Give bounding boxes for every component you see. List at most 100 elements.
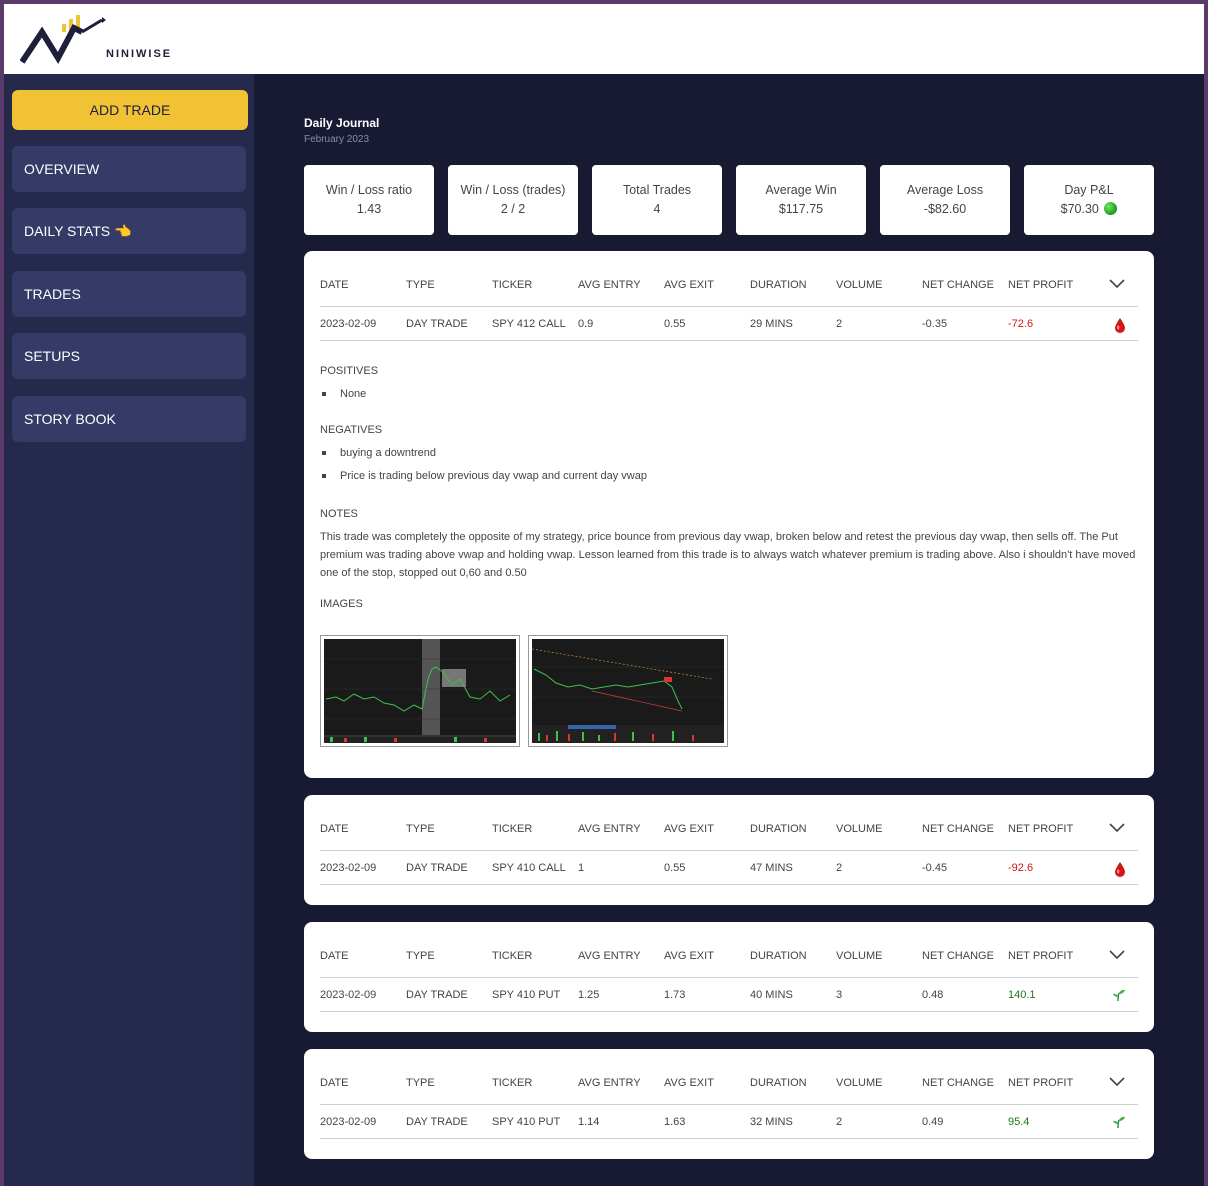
seedling-icon bbox=[1112, 988, 1126, 1005]
cell-net-change: 0.48 bbox=[922, 988, 944, 1001]
negative-item: buying a downtrend bbox=[320, 447, 1138, 459]
header-avg-entry: AVG ENTRY bbox=[578, 1076, 641, 1089]
cell-duration: 32 MINS bbox=[750, 1115, 793, 1128]
table-row[interactable]: 2023-02-09 DAY TRADE SPY 410 PUT 1.25 1.73 40… bbox=[320, 978, 1138, 1012]
positives-title: POSITIVES bbox=[320, 365, 379, 377]
header-date: DATE bbox=[320, 278, 349, 291]
header-ticker: TICKER bbox=[492, 278, 533, 291]
cell-avg-entry: 1 bbox=[578, 861, 585, 874]
negative-item: Price is trading below previous day vwap… bbox=[320, 470, 1138, 482]
chevron-down-icon[interactable] bbox=[1108, 948, 1126, 963]
brand-name: NINIWISE bbox=[106, 48, 173, 60]
chevron-down-icon[interactable] bbox=[1108, 821, 1126, 836]
cell-net-change: -0.45 bbox=[922, 861, 948, 874]
cell-duration: 47 MINS bbox=[750, 861, 793, 874]
cell-date: 2023-02-09 bbox=[320, 861, 377, 874]
header-ticker: TICKER bbox=[492, 822, 533, 835]
cell-net-profit: -72.6 bbox=[1008, 317, 1034, 330]
cell-date: 2023-02-09 bbox=[320, 317, 377, 330]
cell-net-change: 0.49 bbox=[922, 1115, 944, 1128]
cell-volume: 2 bbox=[836, 861, 843, 874]
trade-table: DATE TYPE TICKER AVG ENTRY AVG EXIT DURATION V… bbox=[320, 934, 1138, 1012]
table-row[interactable]: 2023-02-09 DAY TRADE SPY 412 CALL 0.9 0.55 29… bbox=[320, 307, 1138, 341]
chevron-down-icon[interactable] bbox=[1108, 1075, 1126, 1090]
stat-label: Average Win bbox=[765, 183, 837, 197]
cell-avg-exit: 1.63 bbox=[664, 1115, 686, 1128]
stat-card-win-loss-ratio: Win / Loss ratio 1.43 bbox=[304, 165, 434, 235]
stat-value: 2 / 2 bbox=[500, 202, 526, 216]
header-ticker: TICKER bbox=[492, 949, 533, 962]
header-date: DATE bbox=[320, 822, 349, 835]
sidebar-item-overview[interactable]: OVERVIEW bbox=[12, 146, 246, 192]
trade-table: DATE TYPE TICKER AVG ENTRY AVG EXIT DURATION V… bbox=[320, 263, 1138, 341]
header-volume: VOLUME bbox=[836, 1076, 883, 1089]
cell-type: DAY TRADE bbox=[406, 1115, 468, 1128]
cell-volume: 2 bbox=[836, 1115, 843, 1128]
cell-avg-entry: 1.14 bbox=[578, 1115, 600, 1128]
cell-volume: 2 bbox=[836, 317, 843, 330]
chart-screenshot-icon bbox=[532, 639, 724, 743]
trade-card: DATE TYPE TICKER AVG ENTRY AVG EXIT DURATION V… bbox=[304, 795, 1154, 905]
cell-avg-entry: 0.9 bbox=[578, 317, 594, 330]
brand-logo[interactable]: NINIWISE bbox=[19, 14, 180, 66]
header-duration: DURATION bbox=[750, 278, 807, 291]
images-title: IMAGES bbox=[320, 598, 363, 610]
cell-net-profit: -92.6 bbox=[1008, 861, 1034, 874]
stat-card-day-pnl: Day P&L $70.30 bbox=[1024, 165, 1154, 235]
header-type: TYPE bbox=[406, 1076, 435, 1089]
cell-volume: 3 bbox=[836, 988, 843, 1001]
sidebar-item-setups[interactable]: SETUPS bbox=[12, 333, 246, 379]
cell-avg-entry: 1.25 bbox=[578, 988, 600, 1001]
stat-label: Win / Loss ratio bbox=[325, 183, 413, 197]
trade-image-thumbnail-1[interactable] bbox=[320, 635, 520, 747]
table-header-row: DATE TYPE TICKER AVG ENTRY AVG EXIT DURATION V… bbox=[320, 934, 1138, 978]
top-bar: NINIWISE bbox=[4, 4, 1204, 74]
header-net-change: NET CHANGE bbox=[922, 949, 994, 962]
page-subtitle: February 2023 bbox=[304, 134, 370, 145]
header-avg-entry: AVG ENTRY bbox=[578, 822, 641, 835]
blood-drop-icon bbox=[1114, 861, 1126, 880]
sidebar-item-daily-stats[interactable]: DAILY STATS 👈 bbox=[12, 208, 246, 254]
header-net-change: NET CHANGE bbox=[922, 822, 994, 835]
blood-drop-icon bbox=[1114, 317, 1126, 336]
stat-card-average-loss: Average Loss -$82.60 bbox=[880, 165, 1010, 235]
main-content: Daily Journal February 2023 Win / Loss r… bbox=[304, 116, 1154, 1159]
header-date: DATE bbox=[320, 949, 349, 962]
green-circle-icon bbox=[1104, 202, 1118, 215]
cell-duration: 40 MINS bbox=[750, 988, 793, 1001]
cell-ticker: SPY 412 CALL bbox=[492, 317, 566, 330]
header-ticker: TICKER bbox=[492, 1076, 533, 1089]
trade-image-thumbnail-2[interactable] bbox=[528, 635, 728, 747]
sidebar-item-story-book[interactable]: STORY BOOK bbox=[12, 396, 246, 442]
header-avg-entry: AVG ENTRY bbox=[578, 278, 641, 291]
positive-item: None bbox=[320, 388, 1138, 400]
stat-card-win-loss-trades: Win / Loss (trades) 2 / 2 bbox=[448, 165, 578, 235]
add-trade-button[interactable]: ADD TRADE bbox=[12, 90, 248, 130]
stat-label: Total Trades bbox=[622, 183, 692, 197]
cell-date: 2023-02-09 bbox=[320, 988, 377, 1001]
stat-value: $70.30 bbox=[1024, 202, 1154, 216]
trade-table: DATE TYPE TICKER AVG ENTRY AVG EXIT DURATION V… bbox=[320, 807, 1138, 885]
cell-avg-exit: 0.55 bbox=[664, 861, 686, 874]
notes-title: NOTES bbox=[320, 508, 358, 520]
trade-card: DATE TYPE TICKER AVG ENTRY AVG EXIT DURATION V… bbox=[304, 251, 1154, 778]
stat-card-total-trades: Total Trades 4 bbox=[592, 165, 722, 235]
trade-table: DATE TYPE TICKER AVG ENTRY AVG EXIT DURATION V… bbox=[320, 1061, 1138, 1139]
sidebar-item-trades[interactable]: TRADES bbox=[12, 271, 246, 317]
cell-duration: 29 MINS bbox=[750, 317, 793, 330]
header-volume: VOLUME bbox=[836, 822, 883, 835]
sidebar: ADD TRADE OVERVIEW DAILY STATS 👈 TRADES … bbox=[4, 74, 254, 1186]
header-net-profit: NET PROFIT bbox=[1008, 1076, 1074, 1089]
cell-net-change: -0.35 bbox=[922, 317, 948, 330]
chevron-down-icon[interactable] bbox=[1108, 277, 1126, 292]
cell-net-profit: 140.1 bbox=[1008, 988, 1036, 1001]
header-type: TYPE bbox=[406, 822, 435, 835]
header-net-change: NET CHANGE bbox=[922, 1076, 994, 1089]
header-date: DATE bbox=[320, 1076, 349, 1089]
table-row[interactable]: 2023-02-09 DAY TRADE SPY 410 PUT 1.14 1.63 32… bbox=[320, 1105, 1138, 1139]
table-row[interactable]: 2023-02-09 DAY TRADE SPY 410 CALL 1 0.55 47 M… bbox=[320, 851, 1138, 885]
header-type: TYPE bbox=[406, 278, 435, 291]
day-pnl-value: $70.30 bbox=[1060, 202, 1099, 216]
app-frame: NINIWISE ADD TRADE OVERVIEW DAILY STATS … bbox=[4, 4, 1204, 1186]
stat-card-average-win: Average Win $117.75 bbox=[736, 165, 866, 235]
